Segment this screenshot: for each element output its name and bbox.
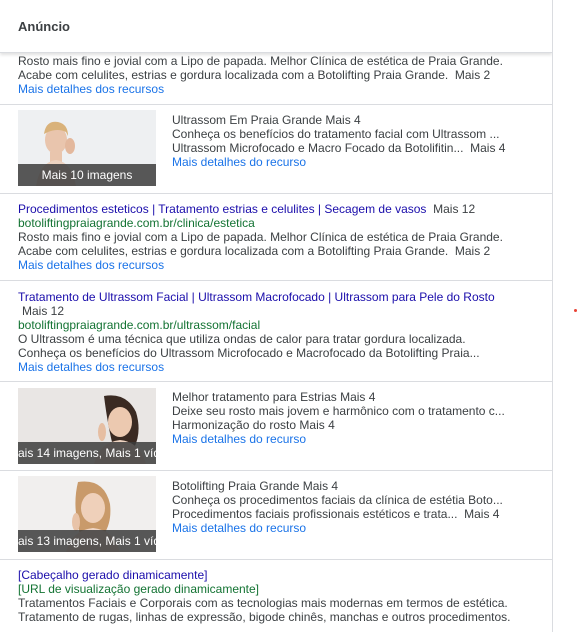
description-line: Procedimentos faciais profissionais esté… (172, 507, 500, 521)
ad-text-block: [Cabeçalho gerado dinamicamente] [URL de… (18, 568, 538, 624)
more-count: Mais 12 (22, 304, 65, 318)
image-caption: ais 13 imagens, Mais 1 víd (18, 530, 156, 552)
divider (0, 104, 552, 105)
description-line: O Ultrassom é uma técnica que utiliza on… (18, 332, 466, 346)
ad-sitelink-block: Rosto mais fino e jovial com a Lipo de p… (18, 54, 538, 96)
description-line: Rosto mais fino e jovial com a Lipo de p… (18, 54, 503, 68)
details-link[interactable]: Mais detalhes dos recursos (18, 82, 538, 96)
ad-text-block: Tratamento de Ultrassom Facial | Ultrass… (18, 290, 538, 374)
divider (0, 193, 552, 194)
description-line: Ultrassom Microfocado e Macro Focado da … (172, 141, 506, 155)
more-count: Mais 4 (464, 507, 500, 521)
ad-text-block: Procedimentos esteticos | Tratamento est… (18, 202, 538, 272)
asset-title: Ultrassom Em Praia Grande Mais 4 (172, 113, 361, 127)
description-line: Conheça os benefícios do tratamento faci… (172, 127, 500, 141)
description-line: Acabe com celulites, estrias e gordura l… (18, 68, 491, 82)
asset-title: Melhor tratamento para Estrias Mais 4 (172, 390, 376, 404)
description-line: Conheça os procedimentos faciais da clín… (172, 493, 503, 507)
more-count: Mais 2 (454, 244, 491, 258)
panel-header: Anúncio (0, 0, 552, 53)
display-url: botoliftingpraiagrande.com.br/ultrassom/… (18, 318, 261, 332)
details-link[interactable]: Mais detalhes do recurso (172, 155, 508, 169)
ad-image-thumbnail[interactable]: ais 13 imagens, Mais 1 víd (18, 476, 156, 552)
image-caption: Mais 10 imagens (18, 164, 156, 186)
divider (0, 381, 552, 382)
asset-title: Botolifting Praia Grande Mais 4 (172, 479, 339, 493)
display-url: [URL de visualização gerado dinamicament… (18, 582, 260, 596)
description-line: Deixe seu rosto mais jovem e harmônico c… (172, 404, 505, 418)
description-line: Tratamentos Faciais e Corporais com as t… (18, 596, 508, 610)
description-line: Rosto mais fino e jovial com a Lipo de p… (18, 230, 503, 244)
image-caption: ais 14 imagens, Mais 1 víd (18, 442, 156, 464)
ad-image-thumbnail[interactable]: Mais 10 imagens (18, 110, 156, 186)
ad-headline[interactable]: [Cabeçalho gerado dinamicamente] (18, 568, 538, 582)
ad-image-text: Melhor tratamento para Estrias Mais 4 De… (172, 390, 508, 446)
ad-headline[interactable]: Tratamento de Ultrassom Facial | Ultrass… (18, 290, 538, 304)
description-line: Tratamento de rugas, linhas de expressão… (18, 610, 511, 624)
ad-headline: Procedimentos esteticos | Tratamento est… (18, 202, 476, 216)
display-url: botoliftingpraiagrande.com.br/clinica/es… (18, 216, 255, 230)
ad-image-text: Ultrassom Em Praia Grande Mais 4 Conheça… (172, 113, 508, 169)
details-link[interactable]: Mais detalhes dos recursos (18, 258, 538, 272)
details-link[interactable]: Mais detalhes dos recursos (18, 360, 538, 374)
more-count: Mais 2 (454, 68, 491, 82)
description-line: Harmonização do rosto Mais 4 (172, 418, 335, 432)
divider (0, 280, 552, 281)
divider (0, 470, 552, 471)
details-link[interactable]: Mais detalhes do recurso (172, 432, 508, 446)
more-count: Mais 12 (433, 202, 476, 216)
description-line: Acabe com celulites, estrias e gordura l… (18, 244, 491, 258)
divider (0, 559, 552, 560)
ad-image-thumbnail[interactable]: ais 14 imagens, Mais 1 víd (18, 388, 156, 464)
indicator-dot (574, 309, 577, 312)
details-link[interactable]: Mais detalhes do recurso (172, 521, 508, 535)
more-count: Mais 4 (470, 141, 506, 155)
ad-image-text: Botolifting Praia Grande Mais 4 Conheça … (172, 479, 508, 535)
ad-preview-panel: Anúncio Rosto mais fino e jovial com a L… (0, 0, 553, 632)
header-title: Anúncio (18, 18, 70, 34)
description-line: Conheça os benefícios do Ultrassom Micro… (18, 346, 480, 360)
